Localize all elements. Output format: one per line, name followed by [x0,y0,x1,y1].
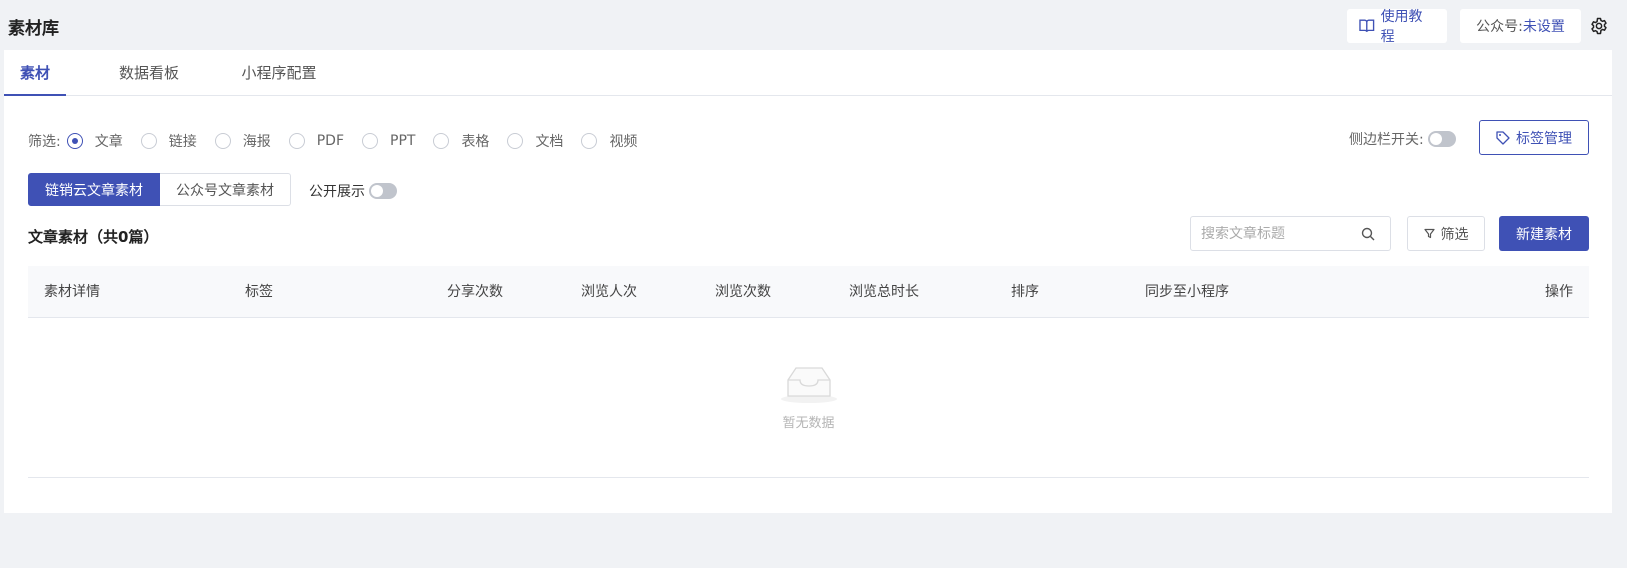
source-switch: 链销云文章素材 公众号文章素材 [28,173,291,206]
tab-dashboard[interactable]: 数据看板 [104,50,194,96]
main-panel: 素材 数据看板 小程序配置 筛选: 文章 链接 海报 PDF PPT 表格 文档… [4,50,1612,513]
book-icon [1359,19,1375,32]
column-header: 操作 [1545,284,1573,300]
empty-inbox-icon [781,367,837,403]
sidebar-toggle-label: 侧边栏开关: [1349,132,1424,148]
account-value: 未设置 [1522,19,1565,35]
radio-ppt[interactable]: PPT [362,133,415,149]
search-icon[interactable] [1361,227,1375,241]
public-toggle: 公开展示 [309,181,397,201]
radio-dot [581,133,598,149]
radio-dot [214,133,231,149]
column-header: 浏览总时长 [849,284,919,300]
radio-link[interactable]: 链接 [140,131,197,151]
tab-miniprogram-config[interactable]: 小程序配置 [224,50,334,96]
search-input[interactable] [1201,225,1361,242]
source-tab-wechat[interactable]: 公众号文章素材 [160,173,291,206]
radio-label: 海报 [242,134,271,150]
radio-label: 视频 [609,134,638,150]
radio-dot [433,133,450,149]
radio-video[interactable]: 视频 [581,131,637,151]
tag-manage-button[interactable]: 标签管理 [1479,120,1589,155]
type-filter: 筛选: 文章 链接 海报 PDF PPT 表格 文档 视频 [28,130,655,152]
source-tab-lxy[interactable]: 链销云文章素材 [28,173,160,206]
radio-dot [362,133,378,149]
public-toggle-label: 公开展示 [309,184,365,200]
account-label: 公众号: [1476,19,1523,35]
public-switch[interactable] [369,183,397,199]
radio-dot [66,133,83,149]
radio-label: 链接 [168,134,197,150]
tag-icon [1496,130,1510,145]
top-bar: 素材库 使用教程 公众号: 未设置 [0,0,1627,50]
empty-state: 暂无数据 [28,318,1589,478]
gear-icon[interactable] [1590,17,1608,35]
column-header: 标签 [245,284,273,300]
tutorial-label: 使用教程 [1380,9,1423,45]
radio-pdf[interactable]: PDF [288,133,344,149]
sidebar-switch[interactable] [1427,131,1456,147]
tab-material[interactable]: 素材 [4,50,66,96]
radio-doc[interactable]: 文档 [507,131,563,151]
column-header: 浏览人次 [581,284,637,300]
filter-button[interactable]: 筛选 [1407,216,1485,251]
tutorial-button[interactable]: 使用教程 [1347,9,1447,45]
column-header: 分享次数 [447,284,503,300]
column-header: 同步至小程序 [1145,284,1229,300]
radio-label: PPT [390,133,416,149]
radio-sheet[interactable]: 表格 [433,131,489,151]
tag-manage-label: 标签管理 [1516,130,1572,147]
radio-poster[interactable]: 海报 [214,131,271,151]
radio-dot [507,133,524,149]
filter-label: 筛选: [28,134,61,150]
radio-label: 文档 [535,134,564,150]
empty-text: 暂无数据 [782,416,835,431]
radio-dot [288,133,305,149]
sidebar-toggle: 侧边栏开关: [1349,129,1456,149]
radio-label: 文章 [94,134,123,150]
tab-bar: 素材 数据看板 小程序配置 [4,50,1612,96]
radio-dot [140,133,157,149]
filter-button-label: 筛选 [1440,226,1469,243]
section-title: 文章素材（共0篇） [28,228,159,246]
radio-article[interactable]: 文章 [66,131,123,151]
new-material-button[interactable]: 新建素材 [1499,216,1589,251]
funnel-icon [1423,228,1435,239]
page-title: 素材库 [8,19,59,39]
column-header: 素材详情 [44,284,100,300]
radio-label: PDF [316,133,344,149]
account-selector[interactable]: 公众号: 未设置 [1460,9,1581,43]
table-header: 素材详情 标签 分享次数 浏览人次 浏览次数 浏览总时长 排序 同步至小程序 操… [28,266,1589,318]
search-box [1190,216,1391,251]
radio-label: 表格 [461,134,490,150]
column-header: 浏览次数 [715,284,771,300]
column-header: 排序 [1011,284,1039,300]
